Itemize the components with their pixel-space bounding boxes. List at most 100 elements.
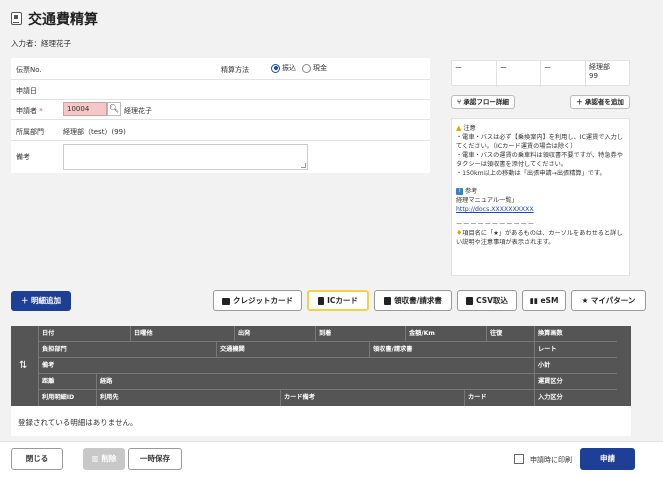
settlement-transfer-label: 振込 [282, 64, 296, 72]
temp-save-button[interactable]: 一時保存 [128, 448, 182, 470]
close-button[interactable]: 閉じる [11, 448, 63, 470]
expense-form-icon [11, 12, 22, 25]
grid-header-cell[interactable]: 負担部門 [38, 342, 216, 358]
row-apply-date: 申請日 [11, 80, 430, 100]
search-icon[interactable]: 🔍︎ [107, 102, 121, 116]
grid-header-cell[interactable]: 小計 [534, 358, 617, 374]
caution-line: ・150km以上の移動は「出張申請→出張精算」です。 [456, 170, 606, 177]
grid-header-cell[interactable]: 運賃区分 [534, 374, 617, 390]
grid-header-cell[interactable]: カード [464, 390, 534, 406]
settlement-transfer-option[interactable]: 振込 [271, 63, 296, 73]
delete-label: 削除 [101, 454, 117, 463]
approval-cell: 経理部 99 [589, 63, 610, 80]
inputter-label: 入力者：経理花子 [11, 39, 71, 48]
info-icon: i [456, 188, 463, 195]
bar-chart-icon: ▮▮ [529, 296, 541, 305]
grid-header-row: 備考 小計 [38, 358, 617, 374]
caution-line: ・電車・バスは必ず【乗換案内】を利用し、IC運賃で入力してください。（ICカード… [456, 134, 624, 150]
apply-button[interactable]: 申請 [580, 448, 635, 470]
resize-grip-icon[interactable] [301, 163, 306, 168]
add-approver-button[interactable]: ＋ 承認者を追加 [570, 95, 630, 109]
tip-text: 項目名に「★」があるものは、カーソルをあわせると詳しい説明や注意事項が表示されま… [456, 230, 623, 246]
grid-header-row: 利用明細ID 利用先 カード備考 カード 入力区分 [38, 390, 617, 406]
remarks-textarea[interactable] [63, 144, 308, 170]
grid-header-cell[interactable]: 日付 [38, 326, 130, 342]
applicant-name: 経理花子 [124, 107, 152, 115]
grid-header-cell[interactable]: カード備考 [280, 390, 464, 406]
grid-header-cell[interactable]: 領収書/請求書 [369, 342, 534, 358]
grid-header-cell[interactable]: 到着 [315, 326, 405, 342]
esm-button[interactable]: ▮▮ eSM [522, 290, 566, 311]
approval-route-table: ー ー ー 経理部 99 [451, 60, 630, 87]
my-pattern-button[interactable]: ★ マイパターン [571, 290, 646, 311]
warning-icon: ▲ [456, 124, 462, 132]
receipt-label: 領収書/請求書 [394, 296, 442, 305]
grid-header-cell[interactable]: 距離 [38, 374, 96, 390]
page-title: 交通費精算 [28, 12, 98, 28]
grid-header-cell[interactable]: 経路 [96, 374, 534, 390]
reference-text: 経理マニュアル一覧」 [456, 197, 518, 204]
grid-scroll-column [617, 326, 631, 406]
department-value: 経理部（test）(99) [63, 128, 126, 136]
notes-panel: ▲ 注意 ・電車・バスは必ず【乗換案内】を利用し、IC運賃で入力してください。（I… [451, 118, 630, 276]
ic-card-button[interactable]: ICカード [307, 290, 369, 311]
approval-cell: ー [497, 61, 541, 87]
grid-header-cell[interactable]: 換算画数 [534, 326, 617, 342]
detail-grid-header: ⇅ 日付 日曜他 出発 到着 金額/Km 往復 換算画数 負担部門 交通機関 領… [11, 326, 617, 406]
grid-header-cell[interactable]: 日曜他 [130, 326, 234, 342]
caution-title: 注意 [463, 125, 476, 132]
sort-icon[interactable]: ⇅ [19, 360, 27, 371]
grid-header-cell[interactable]: 交通機関 [216, 342, 369, 358]
radio-unselected-icon[interactable] [302, 63, 311, 73]
credit-card-button[interactable]: クレジットカード [213, 290, 302, 311]
print-on-apply-checkbox[interactable] [514, 454, 524, 464]
csv-import-button[interactable]: CSV取込 [457, 290, 517, 311]
csv-import-label: CSV取込 [476, 296, 508, 305]
ic-card-label: ICカード [327, 296, 358, 305]
apply-date-label: 申請日 [16, 87, 37, 95]
row-department: 所属部門 経理部（test）(99) [11, 120, 430, 141]
slip-no-label: 伝票No. [16, 66, 42, 74]
grid-header-cell[interactable]: 利用明細ID [38, 390, 96, 406]
department-label: 所属部門 [16, 128, 44, 136]
esm-label: eSM [540, 296, 559, 305]
receipt-button[interactable]: 領収書/請求書 [374, 290, 452, 311]
empty-message: 登録されている明細はありません。 [11, 406, 631, 436]
my-pattern-label: マイパターン [590, 296, 636, 305]
radio-selected-icon[interactable] [271, 63, 280, 73]
add-line-button[interactable]: ＋ 明細追加 [11, 291, 71, 311]
reference-title: 参考 [465, 188, 478, 195]
grid-header-cell[interactable]: 備考 [38, 358, 534, 374]
delete-button[interactable]: ▥ 削除 [83, 448, 125, 470]
approval-cell: ー [541, 61, 586, 87]
settlement-cash-label: 現金 [313, 64, 327, 72]
trash-icon: ▥ [91, 454, 102, 463]
print-on-apply-label: 申請時に印刷 [530, 456, 572, 464]
grid-header-cell[interactable]: レート [534, 342, 617, 358]
required-mark: * [39, 107, 43, 115]
approval-cell: ー [452, 61, 497, 87]
grid-header-cell[interactable]: 入力区分 [534, 390, 617, 406]
credit-card-icon [222, 297, 230, 305]
settlement-cash-option[interactable]: 現金 [302, 63, 327, 73]
caution-line: ・電車・バスの運賃の乗車料は領収書不要ですが、特急券やタクシーは領収書を添付して… [456, 152, 623, 168]
approval-flow-detail-label: 承認フロー詳細 [463, 98, 509, 106]
star-icon: ★ [581, 296, 591, 305]
train-icon [318, 297, 325, 305]
receipt-icon [384, 297, 392, 305]
grid-header-cell[interactable]: 金額/Km [405, 326, 486, 342]
applicant-code-input[interactable]: 10004 [63, 102, 107, 116]
grid-header-row: 距離 経路 運賃区分 [38, 374, 617, 390]
row-slip-no: 伝票No. 精算方法 振込 現金 [11, 58, 430, 80]
approval-flow-detail-button[interactable]: ⑂ 承認フロー詳細 [451, 95, 515, 109]
notes-divider: ーーーーーーーーーーー [456, 221, 536, 228]
grid-header-row: 負担部門 交通機関 領収書/請求書 レート [38, 342, 617, 358]
settlement-label: 精算方法 [221, 66, 249, 74]
reference-link[interactable]: http://docs.XXXXXXXXXX [456, 205, 625, 214]
grid-header-cell[interactable]: 出発 [234, 326, 315, 342]
grid-header-cell[interactable]: 利用先 [96, 390, 280, 406]
grid-header-row: 日付 日曜他 出発 到着 金額/Km 往復 換算画数 [38, 326, 617, 342]
credit-card-label: クレジットカード [233, 296, 293, 305]
applicant-label: 申請者 * [16, 106, 43, 116]
grid-header-cell[interactable]: 往復 [486, 326, 534, 342]
